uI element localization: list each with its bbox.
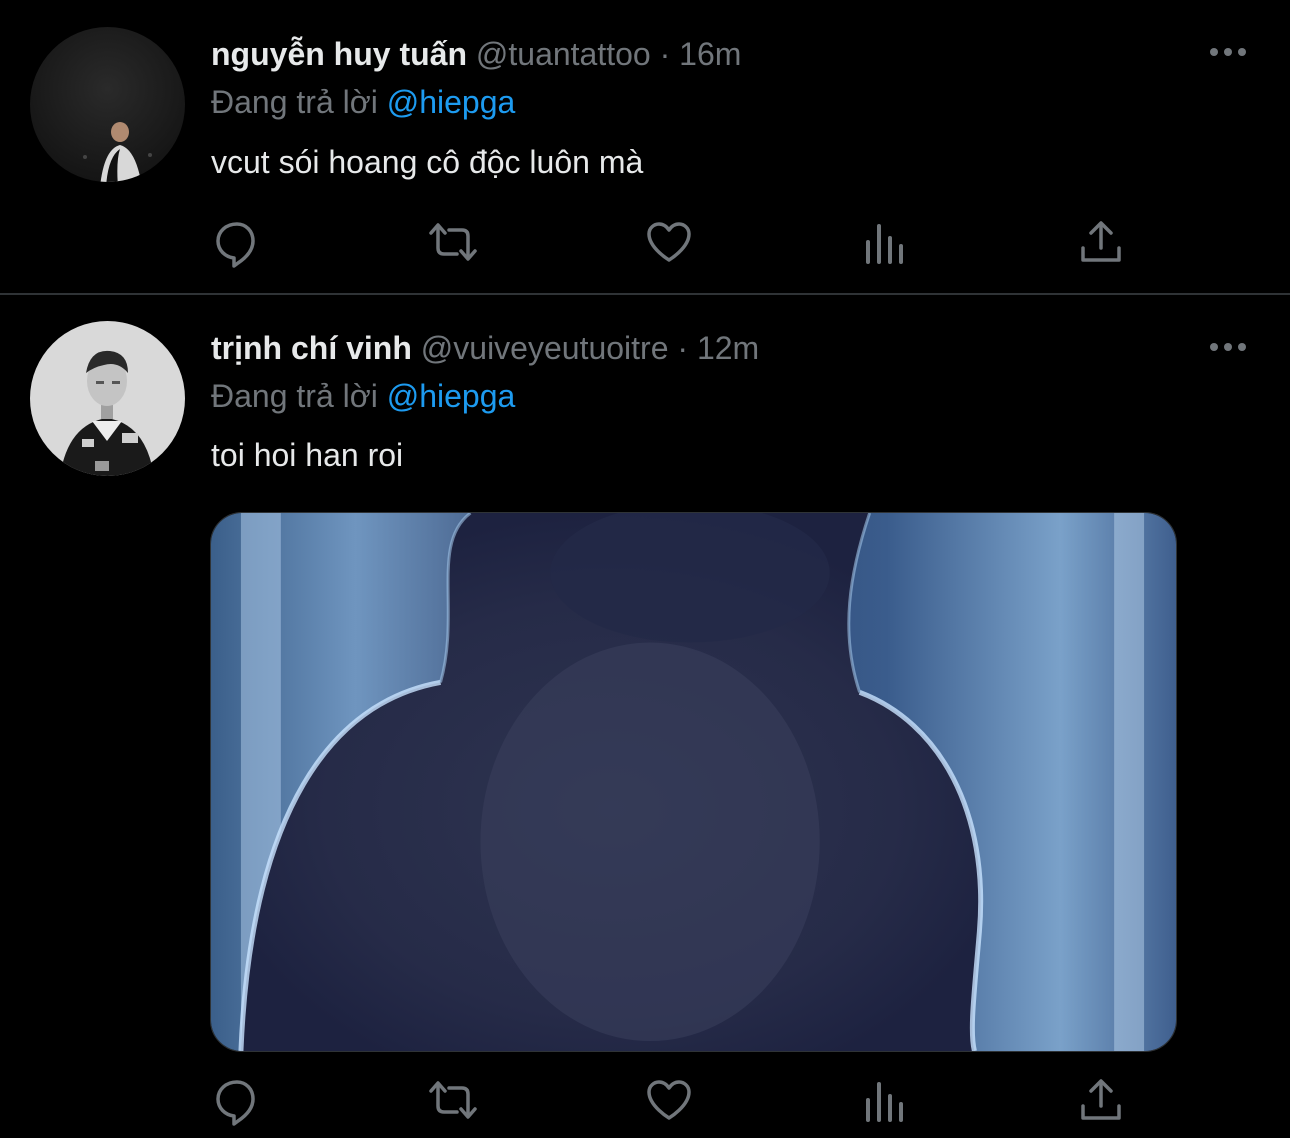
tweet-actions <box>0 1074 1290 1130</box>
tweet-1[interactable]: nguyễn huy tuấn @tuantattoo · 16m Đang t… <box>0 0 1290 293</box>
tweet-text: toi hoi han roi <box>211 437 404 473</box>
username[interactable]: @vuiveyeutuoitre <box>421 330 669 366</box>
display-name[interactable]: trịnh chí vinh <box>211 330 412 366</box>
avatar[interactable] <box>30 27 185 182</box>
display-name[interactable]: nguyễn huy tuấn <box>211 36 467 72</box>
retweet-icon[interactable] <box>427 1074 479 1126</box>
tweet-actions <box>0 216 1290 272</box>
replying-to-label: Đang trả lời <box>211 84 378 120</box>
replying-to: Đang trả lời @hiepga <box>211 84 515 121</box>
retweet-icon[interactable] <box>427 216 479 268</box>
timestamp[interactable]: 16m <box>679 36 741 72</box>
share-icon[interactable] <box>1075 216 1127 268</box>
username[interactable]: @tuantattoo <box>476 36 651 72</box>
timestamp[interactable]: 12m <box>697 330 759 366</box>
replying-to-label: Đang trả lời <box>211 378 378 414</box>
more-options-icon[interactable] <box>1208 42 1248 62</box>
tweet-header: trịnh chí vinh @vuiveyeutuoitre · 12m <box>211 330 759 367</box>
avatar[interactable] <box>30 321 185 476</box>
separator: · <box>677 330 689 366</box>
tweet-header: nguyễn huy tuấn @tuantattoo · 16m <box>211 36 741 73</box>
separator: · <box>659 36 671 72</box>
mention-link[interactable]: @hiepga <box>387 378 516 414</box>
share-icon[interactable] <box>1075 1074 1127 1126</box>
like-icon[interactable] <box>643 216 695 268</box>
reply-icon[interactable] <box>211 216 263 268</box>
like-icon[interactable] <box>643 1074 695 1126</box>
mention-link[interactable]: @hiepga <box>387 84 516 120</box>
reply-icon[interactable] <box>211 1074 263 1126</box>
replying-to: Đang trả lời @hiepga <box>211 378 515 415</box>
more-options-icon[interactable] <box>1208 337 1248 357</box>
analytics-icon[interactable] <box>859 216 911 268</box>
tweet-text: vcut sói hoang cô độc luôn mà <box>211 144 644 180</box>
tweet-media-image[interactable] <box>210 512 1177 1052</box>
analytics-icon[interactable] <box>859 1074 911 1126</box>
